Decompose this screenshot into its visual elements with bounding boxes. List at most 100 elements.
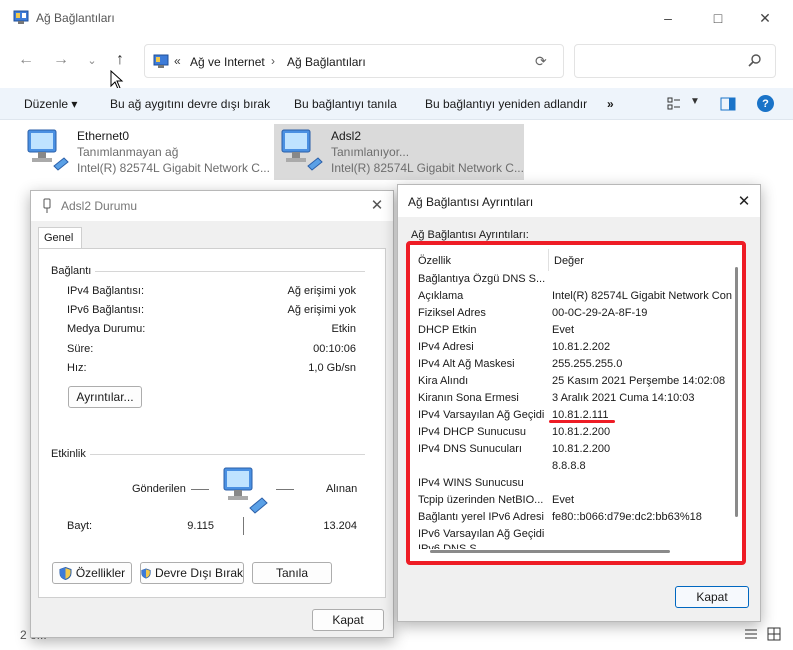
- list-item-key[interactable]: IPv4 DHCP Sunucusu: [418, 426, 546, 438]
- list-item-value[interactable]: Intel(R) 82574L Gigabit Network Conn: [552, 290, 732, 302]
- horizontal-scrollbar[interactable]: [430, 550, 670, 553]
- forward-arrow-icon[interactable]: →: [51, 50, 71, 70]
- bytes-received-value: 13.204: [323, 520, 357, 532]
- breadcrumb-network-connections[interactable]: Ağ Bağlantıları: [287, 55, 366, 69]
- minimize-button[interactable]: –: [658, 8, 678, 28]
- received-label: Alınan: [326, 483, 358, 495]
- details-button[interactable]: Ayrıntılar...: [68, 386, 142, 408]
- list-item-value[interactable]: Evet: [552, 324, 732, 336]
- connection-adapter: Intel(R) 82574L Gigabit Network C...: [331, 161, 524, 175]
- status-close-button[interactable]: Kapat: [312, 609, 384, 631]
- back-arrow-icon[interactable]: ←: [16, 50, 36, 70]
- media-state-value: Etkin: [331, 323, 356, 335]
- network-adapter-icon: [281, 129, 323, 171]
- network-cable-icon: [43, 198, 51, 213]
- command-bar: Düzenle ▾ Bu ağ aygıtını devre dışı bıra…: [0, 88, 793, 120]
- list-item-key[interactable]: Açıklama: [418, 290, 546, 302]
- list-item-value[interactable]: 10.81.2.202: [552, 341, 732, 353]
- list-item-key[interactable]: IPv4 WINS Sunucusu: [418, 477, 546, 489]
- close-dialog-icon[interactable]: ✕: [368, 196, 386, 214]
- up-arrow-icon[interactable]: ↑: [110, 50, 130, 70]
- connection-status: Tanımlanmayan ağ: [77, 145, 179, 159]
- list-item-value[interactable]: 25 Kasım 2021 Perşembe 14:02:08: [552, 375, 732, 387]
- network-connections-icon: [13, 10, 29, 24]
- list-item-value[interactable]: 255.255.255.0: [552, 358, 732, 370]
- refresh-icon[interactable]: ⟳: [535, 53, 551, 69]
- list-item-key[interactable]: Kira Alındı: [418, 375, 546, 387]
- uac-shield-icon: [59, 566, 72, 580]
- more-commands-button[interactable]: »: [607, 97, 614, 111]
- diagnose-button[interactable]: Tanıla: [252, 562, 332, 584]
- navigation-bar: ← → ⌄ ↑ « Ağ ve Internet › Ağ Bağlantıla…: [0, 40, 793, 90]
- list-item-value[interactable]: 3 Aralık 2021 Cuma 14:10:03: [552, 392, 732, 404]
- list-item-key[interactable]: Bağlantıya Özgü DNS S...: [418, 273, 546, 285]
- connection-item-adsl2[interactable]: Adsl2 Tanımlanıyor... Intel(R) 82574L Gi…: [274, 124, 524, 180]
- column-header-property[interactable]: Özellik: [418, 255, 451, 267]
- connection-name: Adsl2: [331, 129, 362, 143]
- list-item-key[interactable]: IPv6 Varsayılan Ağ Geçidi: [418, 528, 546, 540]
- list-item-key[interactable]: IPv4 Varsayılan Ağ Geçidi: [418, 409, 546, 421]
- list-item-value[interactable]: 10.81.2.200: [552, 426, 732, 438]
- search-icon[interactable]: [747, 53, 763, 69]
- details-close-button[interactable]: Kapat: [675, 586, 749, 608]
- ipv4-connectivity-value: Ağ erişimi yok: [287, 285, 356, 297]
- search-input[interactable]: [574, 44, 776, 78]
- rename-connection-button[interactable]: Bu bağlantıyı yeniden adlandır: [425, 97, 587, 111]
- list-item-key[interactable]: IPv4 DNS Sunucuları: [418, 443, 546, 455]
- network-activity-icon: [223, 467, 268, 514]
- general-tab-panel: [38, 248, 386, 598]
- list-item-key[interactable]: Kiranın Sona Ermesi: [418, 392, 546, 404]
- disable-button[interactable]: Devre Dışı Bırak: [140, 562, 244, 584]
- close-window-button[interactable]: ✕: [755, 8, 775, 28]
- title-bar: Ağ Bağlantıları – □ ✕: [0, 0, 793, 36]
- details-list[interactable]: Özellik Değer Bağlantıya Özgü DNS S... A…: [406, 241, 746, 565]
- dialog-title-bar: Adsl2 Durumu ✕: [31, 191, 393, 221]
- ipv6-connectivity-value: Ağ erişimi yok: [287, 304, 356, 316]
- list-item-key[interactable]: IPv4 Alt Ağ Maskesi: [418, 358, 546, 370]
- organize-menu-button[interactable]: Düzenle ▾: [24, 97, 77, 111]
- dialog-title-bar: Ağ Bağlantısı Ayrıntıları ✕: [398, 185, 760, 217]
- large-icons-view-icon[interactable]: [767, 627, 781, 641]
- details-view-icon[interactable]: [744, 627, 758, 641]
- list-item-key[interactable]: Bağlantı yerel IPv6 Adresi: [418, 511, 546, 523]
- view-options-icon[interactable]: [667, 97, 681, 111]
- properties-button[interactable]: Özellikler: [52, 562, 132, 584]
- list-item-key[interactable]: IPv6 DNS S...: [418, 543, 546, 549]
- breadcrumb-network-internet[interactable]: Ağ ve Internet: [190, 55, 265, 69]
- connection-section-label: Bağlantı: [51, 265, 92, 277]
- list-item-key[interactable]: DHCP Etkin: [418, 324, 546, 336]
- column-divider[interactable]: [548, 249, 549, 271]
- bytes-sent-value: 9.115: [187, 520, 214, 532]
- recent-locations-chevron-icon[interactable]: ⌄: [82, 50, 102, 70]
- list-item-key[interactable]: IPv4 Adresi: [418, 341, 546, 353]
- list-item-key[interactable]: Fiziksel Adres: [418, 307, 546, 319]
- speed-label: Hız:: [67, 362, 87, 374]
- connection-adapter: Intel(R) 82574L Gigabit Network C...: [77, 161, 270, 175]
- column-header-value[interactable]: Değer: [554, 255, 584, 267]
- properties-button-label: Özellikler: [75, 566, 126, 580]
- connection-item-ethernet0[interactable]: Ethernet0 Tanımlanmayan ağ Intel(R) 8257…: [20, 124, 270, 180]
- list-item-value[interactable]: 10.81.2.200: [552, 443, 732, 455]
- connection-status: Tanımlanıyor...: [331, 145, 410, 159]
- list-item-key[interactable]: Tcpip üzerinden NetBIO...: [418, 494, 546, 506]
- list-item-value[interactable]: 00-0C-29-2A-8F-19: [552, 307, 732, 319]
- received-dash: [276, 489, 294, 490]
- list-item-value[interactable]: 8.8.8.8: [552, 460, 732, 472]
- breadcrumb-overflow-icon[interactable]: «: [174, 54, 181, 68]
- address-bar[interactable]: « Ağ ve Internet › Ağ Bağlantıları ⟳: [144, 44, 564, 78]
- breadcrumb-separator-icon[interactable]: ›: [271, 54, 275, 68]
- tab-general[interactable]: Genel: [38, 227, 82, 249]
- diagnose-connection-button[interactable]: Bu bağlantıyı tanıla: [294, 97, 397, 111]
- list-item-value[interactable]: Evet: [552, 494, 732, 506]
- dialog-title: Ağ Bağlantısı Ayrıntıları: [408, 195, 534, 209]
- vertical-scrollbar[interactable]: [735, 267, 738, 517]
- preview-pane-icon[interactable]: [720, 97, 736, 111]
- speed-value: 1,0 Gb/sn: [308, 362, 356, 374]
- close-dialog-icon[interactable]: ✕: [735, 192, 753, 210]
- list-item-value[interactable]: fe80::b066:d79e:dc2:bb63%18: [552, 511, 732, 523]
- disable-device-button[interactable]: Bu ağ aygıtını devre dışı bırak: [110, 97, 270, 111]
- view-dropdown-chevron-icon[interactable]: ▼: [690, 96, 700, 107]
- network-folder-icon: [153, 54, 169, 68]
- maximize-button[interactable]: □: [708, 8, 728, 28]
- help-icon[interactable]: ?: [757, 95, 774, 112]
